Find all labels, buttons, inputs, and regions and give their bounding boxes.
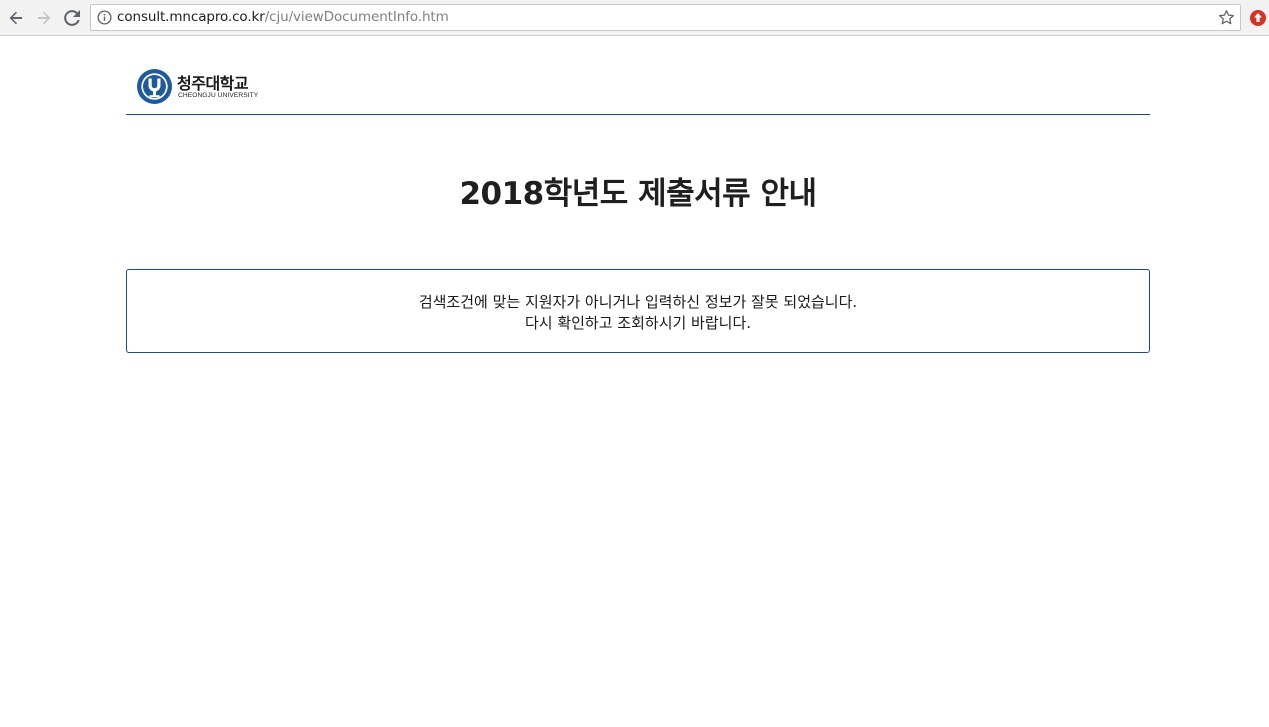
url-text[interactable]: consult.mncapro.co.kr/cju/viewDocumentIn… xyxy=(117,9,449,25)
notice-message-line-1: 검색조건에 맞는 지원자가 아니거나 입력하신 정보가 잘못 되었습니다. xyxy=(418,293,858,311)
url-path: /cju/viewDocumentInfo.htm xyxy=(264,9,449,25)
url-host: consult.mncapro.co.kr xyxy=(117,9,265,25)
page-title: 2018학년도 제출서류 안내 xyxy=(459,176,817,212)
notice-message-line-2: 다시 확인하고 조회하시기 바랍니다. xyxy=(524,314,752,332)
forward-button[interactable] xyxy=(33,7,55,29)
star-icon[interactable] xyxy=(1218,9,1235,26)
logo-english-text: CHEONGJU UNIVERSITY xyxy=(178,92,259,99)
extension-icon[interactable] xyxy=(1249,9,1267,27)
reload-button[interactable] xyxy=(61,7,83,29)
forward-arrow-icon xyxy=(38,11,51,25)
info-icon[interactable] xyxy=(97,10,112,25)
address-bar[interactable]: consult.mncapro.co.kr/cju/viewDocumentIn… xyxy=(90,4,1241,31)
university-emblem-icon xyxy=(137,69,172,104)
back-button[interactable] xyxy=(5,7,27,29)
back-arrow-icon xyxy=(9,11,22,25)
logo-korean-text: 청주대학교 xyxy=(177,74,249,93)
reload-icon xyxy=(64,10,80,26)
browser-toolbar: consult.mncapro.co.kr/cju/viewDocumentIn… xyxy=(0,0,1269,36)
header-divider xyxy=(126,114,1150,115)
university-logo[interactable]: 청주대학교 CHEONGJU UNIVERSITY xyxy=(136,68,266,106)
notice-box: 검색조건에 맞는 지원자가 아니거나 입력하신 정보가 잘못 되었습니다. 다시… xyxy=(126,269,1150,353)
